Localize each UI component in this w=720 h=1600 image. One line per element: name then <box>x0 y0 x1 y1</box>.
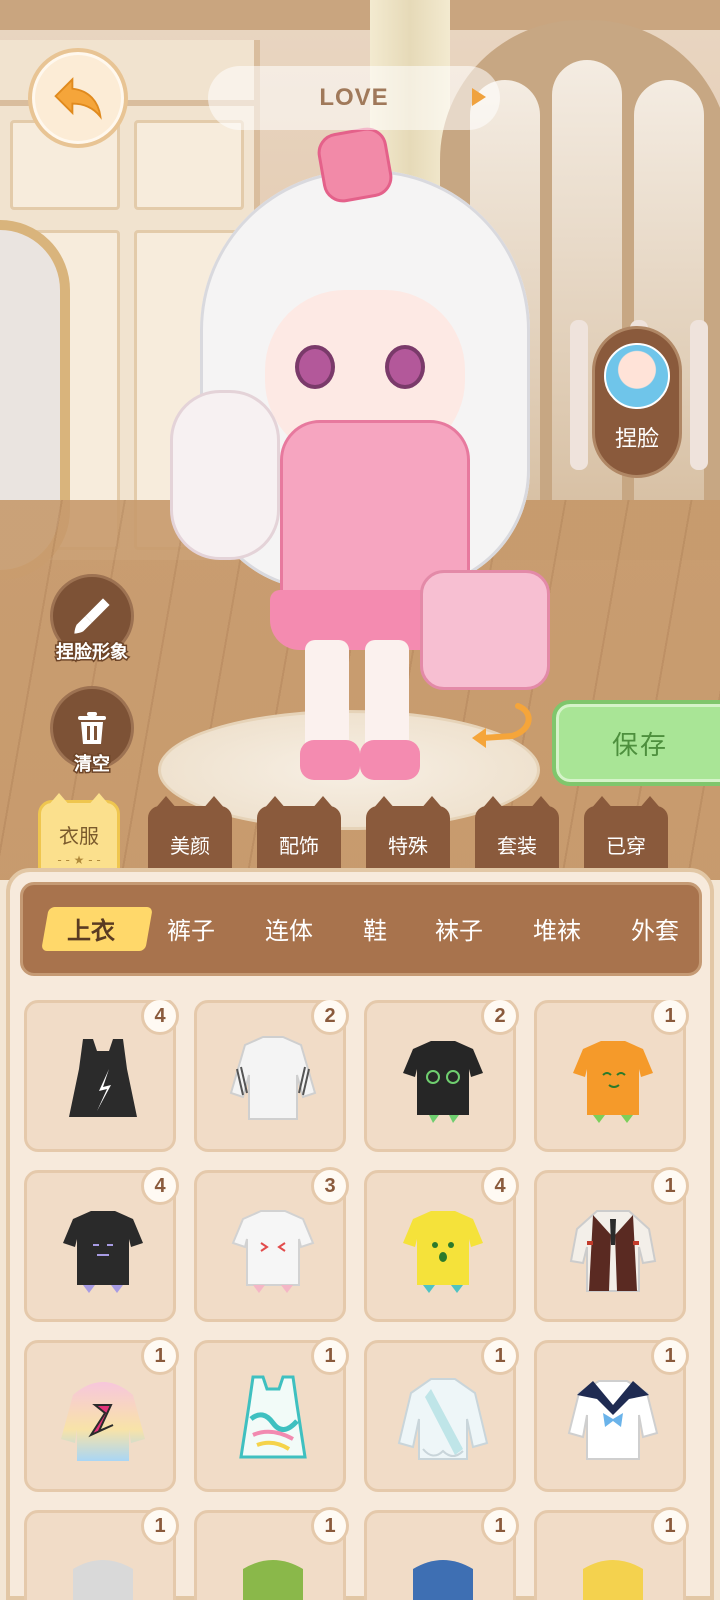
tab-special[interactable]: 特殊 <box>366 796 450 872</box>
item-count-badge: 3 <box>311 1167 349 1205</box>
clothing-item[interactable]: 1 <box>24 1337 179 1492</box>
tab-beauty-label: 美颜 <box>170 833 210 858</box>
item-count-badge: 2 <box>481 1000 519 1035</box>
item-count-badge: 2 <box>311 1000 349 1035</box>
character-left-shoe <box>300 740 360 780</box>
subtab-shoes[interactable]: 鞋 <box>363 911 387 946</box>
item-count-badge: 1 <box>311 1507 349 1545</box>
item-count-badge: 1 <box>651 1337 689 1375</box>
hair-bow <box>314 124 396 206</box>
tab-outfit-set[interactable]: 套装 <box>475 796 559 872</box>
item-count-badge: 1 <box>481 1337 519 1375</box>
clear-label: 清空 <box>73 753 112 777</box>
sailor-top-icon <box>567 1380 659 1460</box>
yellow-face-tee-icon <box>403 1211 483 1293</box>
subtab-jumpsuit[interactable]: 连体 <box>265 911 313 946</box>
item-count-badge: 1 <box>651 1507 689 1545</box>
item-count-badge: 1 <box>651 1000 689 1035</box>
back-button[interactable] <box>28 48 128 148</box>
tab-accessories[interactable]: 配饰 <box>257 796 341 872</box>
rotate-icon[interactable] <box>462 700 536 750</box>
clothing-item[interactable]: 4 <box>24 1167 179 1322</box>
black-tanktop-icon <box>69 1039 137 1117</box>
character-left-eye <box>295 345 335 389</box>
bunny-plush <box>170 390 280 560</box>
subtab-pants[interactable]: 裤子 <box>167 911 215 946</box>
clothing-item[interactable]: 1 <box>534 1337 689 1492</box>
star-icon: - - ★ - - <box>57 852 101 867</box>
tab-beauty[interactable]: 美颜 <box>148 796 232 872</box>
tab-worn[interactable]: 已穿 <box>584 796 668 872</box>
save-label: 保存 <box>612 730 669 761</box>
subtab-slouch-socks[interactable]: 堆袜 <box>533 911 581 946</box>
blue-top-icon <box>413 1560 473 1600</box>
orange-smile-tee-icon <box>573 1041 653 1123</box>
clothing-item[interactable]: 1 <box>364 1507 519 1600</box>
face-avatar-icon <box>604 343 670 409</box>
tab-worn-label: 已穿 <box>606 833 646 858</box>
trash-icon <box>78 712 106 744</box>
clothing-grid: 4 2 2 1 4 3 4 1 1 1 1 1 1 1 1 1 <box>24 1000 700 1600</box>
item-count-badge: 1 <box>651 1167 689 1205</box>
item-count-badge: 1 <box>481 1507 519 1545</box>
item-count-badge: 4 <box>141 1000 179 1035</box>
subtab-tops[interactable]: 上衣 <box>67 911 115 946</box>
clothing-item[interactable]: 4 <box>364 1167 519 1322</box>
white-face-tee-icon <box>231 1210 315 1293</box>
clothing-item[interactable]: 1 <box>364 1337 519 1492</box>
clothing-item[interactable]: 1 <box>194 1507 349 1600</box>
music-title: LOVE <box>319 84 389 111</box>
graffiti-tanktop-icon <box>239 1375 307 1459</box>
clothing-item[interactable]: 3 <box>194 1167 349 1322</box>
subtab-coat[interactable]: 外套 <box>631 911 679 946</box>
item-count-badge: 1 <box>141 1337 179 1375</box>
subtab-socks[interactable]: 袜子 <box>435 911 483 946</box>
character-right-shoe <box>360 740 420 780</box>
clothing-item[interactable]: 1 <box>534 1167 689 1322</box>
item-count-badge: 1 <box>141 1507 179 1545</box>
pastel-hoodie-icon <box>61 1382 145 1461</box>
face-edit-button[interactable]: 捏脸 <box>592 326 682 478</box>
clothing-item[interactable]: 1 <box>24 1507 179 1600</box>
yellow-top-icon <box>583 1560 643 1600</box>
black-swirl-tee-icon <box>403 1041 483 1123</box>
item-count-badge: 4 <box>481 1167 519 1205</box>
white-striped-shirt-icon <box>229 1036 317 1120</box>
clothing-item[interactable]: 4 <box>24 1000 179 1152</box>
bunny-handbag <box>420 570 550 690</box>
gray-top-icon <box>73 1560 133 1600</box>
clothing-item[interactable]: 2 <box>194 1000 349 1152</box>
white-frill-blouse-icon <box>397 1378 489 1460</box>
tab-outfit-set-label: 套装 <box>497 833 537 858</box>
tab-special-label: 特殊 <box>388 833 428 858</box>
clothing-item[interactable]: 2 <box>364 1000 519 1152</box>
face-edit-label: 捏脸 <box>614 427 659 452</box>
brush-icon <box>74 598 110 634</box>
subcategory-bar: 上衣 裤子 连体 鞋 袜子 堆袜 外套 <box>20 882 702 976</box>
play-icon[interactable] <box>472 88 486 106</box>
save-button[interactable]: 保存 <box>552 700 720 786</box>
item-count-badge: 4 <box>141 1167 179 1205</box>
tab-clothes-label: 衣服 <box>59 823 99 848</box>
clothing-item[interactable]: 1 <box>534 1000 689 1152</box>
music-player[interactable]: LOVE <box>208 66 500 130</box>
character-right-eye <box>385 345 425 389</box>
green-knit-top-icon <box>243 1560 303 1600</box>
black-face-tee-icon <box>63 1211 143 1293</box>
tab-accessories-label: 配饰 <box>279 833 319 858</box>
face-image-label: 捏脸形象 <box>55 641 130 665</box>
item-count-badge: 1 <box>311 1337 349 1375</box>
chibi-character[interactable] <box>170 120 560 800</box>
clothing-item[interactable]: 1 <box>194 1337 349 1492</box>
clothing-item[interactable]: 1 <box>534 1507 689 1600</box>
red-vest-uniform-icon <box>569 1210 657 1292</box>
back-arrow-icon <box>54 77 102 120</box>
wardrobe-panel: 上衣 裤子 连体 鞋 袜子 堆袜 外套 4 2 2 1 4 3 4 1 1 1 … <box>6 868 714 1600</box>
